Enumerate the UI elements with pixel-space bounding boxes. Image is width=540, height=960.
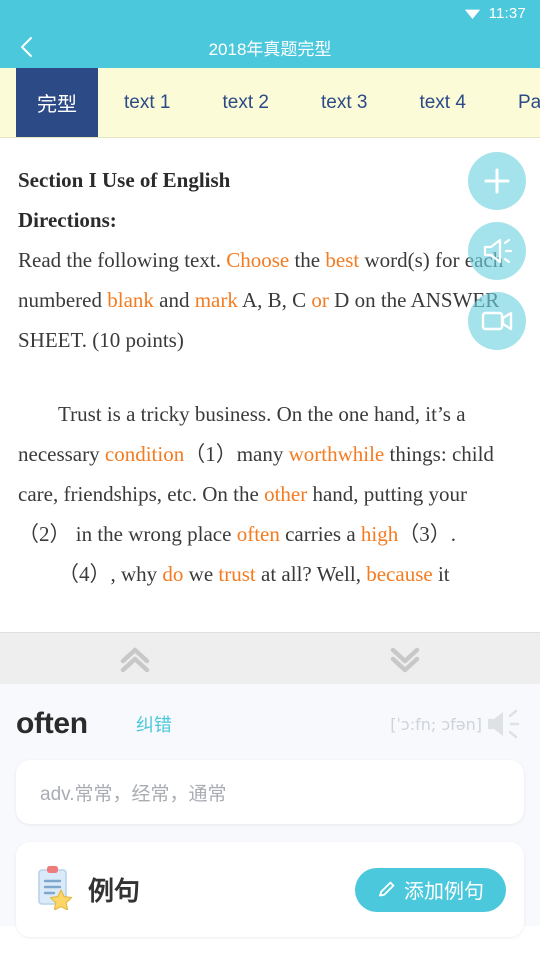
reading-area[interactable]: Section I Use of English Directions: Rea… bbox=[0, 138, 540, 632]
p2-t2: we bbox=[183, 562, 219, 586]
add-button[interactable] bbox=[468, 152, 526, 210]
p1-high: high bbox=[360, 522, 399, 546]
speaker-icon bbox=[488, 709, 520, 739]
tab-text-3[interactable]: text 3 bbox=[295, 68, 393, 137]
directions-label: Directions: bbox=[18, 208, 117, 232]
passage-paragraph-2: （4）, why do we trust at all? Well, becau… bbox=[18, 554, 520, 594]
dir-or: or bbox=[311, 288, 329, 312]
add-example-label: 添加例句 bbox=[404, 881, 484, 903]
p1-other: other bbox=[264, 482, 308, 506]
tab-label: 完型 bbox=[37, 94, 77, 116]
tab-label: text 4 bbox=[419, 91, 466, 113]
tab-bar: 完型 text 1 text 2 text 3 text 4 Part I bbox=[0, 68, 540, 138]
plus-icon bbox=[484, 168, 510, 194]
clipboard-star-icon bbox=[34, 864, 74, 915]
dir-blank: blank bbox=[107, 288, 154, 312]
tab-label: text 1 bbox=[124, 91, 171, 113]
p1-often[interactable]: often bbox=[237, 522, 280, 546]
p1-t2: （1）many bbox=[184, 442, 289, 466]
p1-worthwhile: worthwhile bbox=[288, 442, 385, 466]
dictionary-word: often bbox=[16, 707, 88, 740]
video-camera-icon bbox=[481, 311, 513, 331]
back-chevron-icon bbox=[20, 37, 32, 57]
p2-trust: trust bbox=[218, 562, 256, 586]
dir-t5: and bbox=[153, 288, 195, 312]
tab-label: text 2 bbox=[222, 91, 269, 113]
pronounce-button[interactable] bbox=[484, 707, 524, 741]
status-time: 11:37 bbox=[488, 4, 526, 22]
dictionary-panel: often 纠错 [ˈɔ:fn; ɔfən] adv.常常，经常，通常 例句 添… bbox=[0, 684, 540, 937]
tab-text-4[interactable]: text 4 bbox=[393, 68, 491, 137]
dir-choose: Choose bbox=[226, 248, 290, 272]
directions-text: Read the following text. Choose the best… bbox=[18, 240, 520, 360]
p2-because: because bbox=[366, 562, 433, 586]
section-title: Section I Use of English bbox=[18, 168, 231, 192]
tab-text-2[interactable]: text 2 bbox=[196, 68, 294, 137]
example-card-title: 例句 bbox=[88, 876, 141, 906]
example-sentence-card: 例句 添加例句 bbox=[16, 842, 524, 937]
tab-part-i[interactable]: Part I bbox=[492, 68, 540, 137]
video-button[interactable] bbox=[468, 292, 526, 350]
pencil-icon bbox=[379, 881, 395, 897]
double-chevron-down-icon bbox=[390, 647, 420, 672]
page-title: 2018年真题完型 bbox=[208, 39, 332, 59]
p2-do: do bbox=[162, 562, 184, 586]
dir-t3: word(s) for bbox=[359, 248, 460, 272]
dictionary-header: often 纠错 [ˈɔ:fn; ɔfən] bbox=[16, 698, 524, 750]
p2-t3: at all? Well, bbox=[255, 562, 367, 586]
dir-mark: mark bbox=[194, 288, 238, 312]
p2-t4: it bbox=[432, 562, 450, 586]
expand-up-button[interactable] bbox=[0, 633, 270, 684]
status-bar: 11:37 bbox=[0, 0, 540, 26]
collapse-down-button[interactable] bbox=[270, 633, 540, 684]
tab-wanxing[interactable]: 完型 bbox=[0, 68, 98, 137]
p1-t6: （3）. bbox=[398, 522, 456, 546]
double-chevron-up-icon bbox=[120, 647, 150, 672]
dir-t1: Read the following text. bbox=[18, 248, 227, 272]
p1-condition: condition bbox=[104, 442, 185, 466]
definition-input[interactable]: adv.常常，经常，通常 bbox=[16, 760, 524, 824]
p2-t1: （4）, why bbox=[58, 562, 163, 586]
back-button[interactable] bbox=[0, 26, 52, 68]
wifi-icon bbox=[464, 7, 481, 20]
add-example-button[interactable]: 添加例句 bbox=[355, 867, 506, 912]
tab-label: Part I bbox=[517, 91, 540, 113]
tab-text-1[interactable]: text 1 bbox=[98, 68, 196, 137]
speaker-icon bbox=[483, 238, 513, 264]
passage-paragraph-1: Trust is a tricky business. On the one h… bbox=[18, 394, 520, 554]
floating-action-buttons bbox=[468, 152, 526, 350]
dir-t6: A, B, C bbox=[237, 288, 312, 312]
report-error-link[interactable]: 纠错 bbox=[136, 711, 172, 737]
panel-resize-bar bbox=[0, 632, 540, 684]
phonetic-transcription: [ˈɔ:fn; ɔfən] bbox=[390, 714, 482, 734]
dir-t7: D on the bbox=[328, 288, 407, 312]
dir-t2: the bbox=[289, 248, 326, 272]
definition-text: adv.常常，经常，通常 bbox=[40, 783, 227, 805]
tab-label: text 3 bbox=[320, 91, 368, 113]
app-bar: 2018年真题完型 bbox=[0, 26, 540, 68]
audio-button[interactable] bbox=[468, 222, 526, 280]
dir-best: best bbox=[325, 248, 360, 272]
p1-t5: carries a bbox=[279, 522, 361, 546]
